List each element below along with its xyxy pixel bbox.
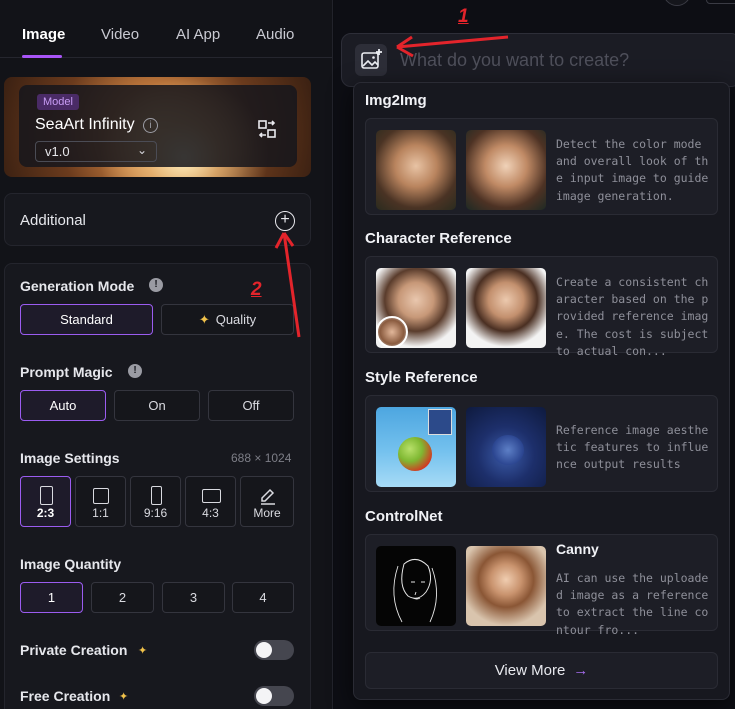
annotation-arrow-2 <box>282 232 301 338</box>
annotation-arrow-1 <box>396 35 509 49</box>
annotation-arrows <box>274 35 509 338</box>
